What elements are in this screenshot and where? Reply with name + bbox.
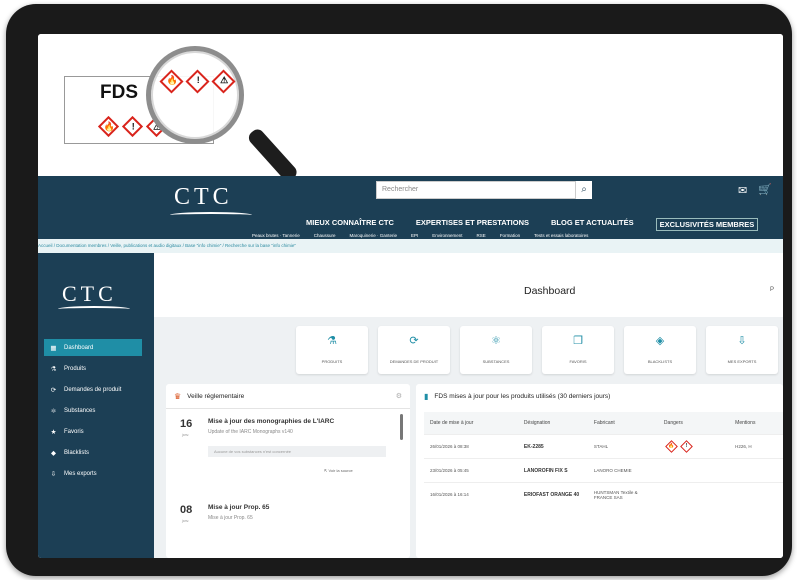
card-title: ▮ FDS mises à jour pour les produits util…	[424, 392, 611, 401]
search-icon[interactable]: ⌕	[576, 181, 592, 199]
trophy-icon: ♛	[174, 392, 182, 401]
export-icon: ⇩	[50, 470, 57, 478]
tile-produits[interactable]: ⚗ PRODUITS	[296, 326, 368, 374]
magnifier-handle	[246, 126, 300, 184]
sidebar-item-blacklists[interactable]: ◆ Blacklists	[44, 444, 142, 461]
magnifier-icon: 🔥 ! ⚠	[146, 46, 244, 144]
site-header: CTC Rechercher ⌕ ✉ 🛒 MIEUX CONNAÎTRE CTC…	[38, 176, 783, 239]
divider	[166, 408, 410, 409]
request-icon: ⟳	[50, 386, 57, 394]
exclamation-icon: !	[121, 115, 144, 138]
grid-icon: ▦	[50, 344, 57, 352]
sidebar-item-demandes[interactable]: ⟳ Demandes de produit	[44, 381, 142, 398]
flame-icon: 🔥	[97, 115, 120, 138]
sidebar-item-dashboard[interactable]: ▦ Dashboard	[44, 339, 142, 356]
table-row[interactable]: 16/01/2026 à 16:14 ERIOFAST ORANGE 40 HU…	[424, 482, 783, 507]
news-title: Mise à jour des monographies de L'IARC	[208, 418, 335, 425]
screen: 🔥 ! ⚠ FDS 🔥 ! ⚠ CTC Rechercher ⌕ ✉ 🛒 MIE…	[38, 34, 783, 558]
flame-icon: 🔥	[159, 69, 184, 94]
news-title: Mise à jour Prop. 65	[208, 504, 270, 511]
blacklist-icon: ◆	[51, 449, 56, 457]
main-header: Dashboard P	[154, 253, 783, 317]
health-hazard-icon: !	[680, 439, 693, 453]
fds-banner: 🔥 ! ⚠ FDS 🔥 ! ⚠	[38, 34, 783, 184]
submenu-item[interactable]: Environnement	[432, 233, 462, 238]
submenu-item[interactable]: EPI	[411, 233, 418, 238]
exclamation-icon: !	[185, 69, 210, 94]
card-title: ♛ Veille réglementaire	[174, 392, 245, 401]
menu-item-expertises[interactable]: EXPERTISES ET PRESTATIONS	[416, 218, 529, 231]
tablet-frame: 🔥 ! ⚠ FDS 🔥 ! ⚠ CTC Rechercher ⌕ ✉ 🛒 MIE…	[6, 4, 792, 576]
settings-icon[interactable]: ⚙	[396, 392, 402, 400]
sidebar-item-produits[interactable]: ⚗ Produits	[44, 360, 142, 377]
substance-icon: ⚛	[491, 335, 501, 347]
environment-icon: ⚠	[211, 69, 236, 94]
sub-menu: Peaux brutes · Tannerie Chaussure Maroqu…	[252, 233, 588, 238]
ctc-logo[interactable]: CTC	[170, 184, 252, 214]
news-subtitle: Update of the IARC Monographs v140	[208, 429, 293, 435]
column-header[interactable]: Fabricant	[587, 412, 658, 435]
column-header[interactable]: Dangers	[657, 412, 730, 435]
sidebar-item-favoris[interactable]: ★ Favoris	[44, 423, 142, 440]
flask-icon: ⚗	[327, 335, 337, 347]
cart-icon[interactable]: 🛒	[758, 183, 772, 196]
main-menu: MIEUX CONNAÎTRE CTC EXPERTISES ET PRESTA…	[306, 218, 759, 231]
tile-blacklists[interactable]: ◈ BLACKLISTS	[624, 326, 696, 374]
blacklist-icon: ◈	[655, 335, 665, 347]
source-link[interactable]: ⇱ Voir la source	[324, 468, 353, 473]
column-header[interactable]: Date de mise à jour	[424, 412, 518, 435]
document-icon: ▮	[424, 392, 429, 401]
table-row[interactable]: 23/01/2026 à 05:45 LANOROFIN FIX S LANOR…	[424, 458, 783, 483]
menu-item-about[interactable]: MIEUX CONNAÎTRE CTC	[306, 218, 394, 231]
tile-substances[interactable]: ⚛ SUBSTANCES	[460, 326, 532, 374]
submenu-item[interactable]: Tests et essais laboratoires	[534, 233, 588, 238]
bookmark-icon: ★	[50, 428, 57, 436]
veille-card: ♛ Veille réglementaire ⚙ 16 janv. Mise à …	[166, 384, 410, 558]
submenu-item[interactable]: Chaussure	[314, 233, 336, 238]
hazard-pictograms: 🔥!	[657, 434, 730, 459]
fds-table: Date de mise à jour Désignation Fabrican…	[424, 412, 783, 507]
user-menu[interactable]: P	[770, 287, 774, 293]
ctc-logo[interactable]: CTC	[58, 281, 130, 308]
column-header[interactable]: Mentions	[729, 412, 783, 435]
news-day: 08	[180, 504, 193, 516]
sidebar-item-exports[interactable]: ⇩ Mes exports	[44, 465, 142, 482]
substance-icon: ⚛	[50, 407, 57, 415]
export-icon: ⇩	[737, 335, 747, 347]
submenu-item[interactable]: RSE	[477, 233, 486, 238]
tile-exports[interactable]: ⇩ MES EXPORTS	[706, 326, 778, 374]
menu-item-blog[interactable]: BLOG ET ACTUALITÉS	[551, 218, 634, 231]
news-month: janv.	[182, 519, 190, 523]
sidebar-item-substances[interactable]: ⚛ Substances	[44, 402, 142, 419]
scrollbar[interactable]	[400, 414, 403, 440]
news-impact-box: Aucune de vos substances n'est concernée	[208, 446, 386, 457]
tile-demandes[interactable]: ⟳ DEMANDES DE PRODUIT	[378, 326, 450, 374]
news-day: 16	[180, 418, 193, 430]
mail-icon[interactable]: ✉	[738, 184, 747, 197]
fds-updates-card: ▮ FDS mises à jour pour les produits util…	[416, 384, 783, 558]
submenu-item[interactable]: Peaux brutes · Tannerie	[252, 233, 300, 238]
flame-icon: 🔥	[665, 439, 678, 453]
fds-label-text: FDS	[100, 82, 138, 103]
page-title: Dashboard	[524, 285, 576, 297]
request-icon: ⟳	[409, 335, 419, 347]
news-subtitle: Mise à jour Prop. 65	[208, 515, 253, 521]
bookmark-icon: ❐	[573, 335, 583, 347]
menu-item-members[interactable]: EXCLUSIVITÉS MEMBRES	[655, 218, 759, 231]
tile-favoris[interactable]: ❐ FAVORIS	[542, 326, 614, 374]
main-content: Dashboard P ⚗ PRODUITS ⟳ DEMANDES DE PRODU…	[154, 253, 783, 558]
column-header[interactable]: Désignation	[517, 412, 588, 435]
flask-icon: ⚗	[50, 365, 57, 373]
submenu-item[interactable]: Maroquinerie · Ganterie	[349, 233, 397, 238]
search-input[interactable]: Rechercher	[376, 181, 576, 199]
submenu-item[interactable]: Formation	[500, 233, 520, 238]
breadcrumb[interactable]: Accueil / Documentation membres / Veille…	[38, 239, 783, 253]
app-sidebar: CTC ▦ Dashboard ⚗ Produits ⟳ Demandes de pr…	[38, 253, 154, 558]
table-row[interactable]: 26/01/2026 à 08:38 EK-2285 STAHL 🔥! H226…	[424, 434, 783, 459]
news-month: janv.	[182, 433, 190, 437]
